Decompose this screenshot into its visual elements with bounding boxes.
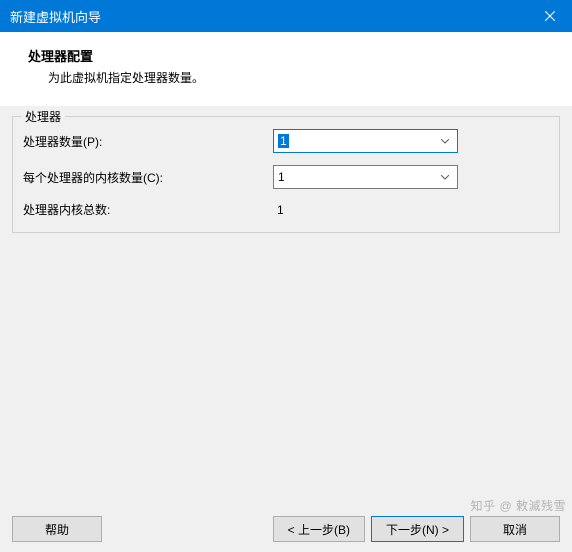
close-icon (545, 11, 555, 21)
total-label: 处理器内核总数: (23, 201, 273, 218)
help-button[interactable]: 帮助 (12, 516, 102, 542)
cores-select[interactable]: 1 (273, 165, 458, 189)
page-subtitle: 为此虚拟机指定处理器数量。 (48, 69, 552, 86)
titlebar: 新建虚拟机向导 (0, 0, 572, 32)
content-area: 处理器 处理器数量(P): 1 每个处理器的内核数量(C): 1 处理器内核总数… (0, 106, 572, 529)
next-button[interactable]: 下一步(N) > (371, 516, 464, 542)
page-title: 处理器配置 (28, 46, 552, 65)
processors-value: 1 (278, 134, 289, 148)
close-button[interactable] (527, 0, 572, 32)
wizard-footer: 帮助 < 上一步(B) 下一步(N) > 取消 (0, 506, 572, 552)
back-button[interactable]: < 上一步(B) (273, 516, 365, 542)
fieldset-legend: 处理器 (21, 108, 65, 125)
processors-label: 处理器数量(P): (23, 133, 273, 150)
cancel-button[interactable]: 取消 (470, 516, 560, 542)
processors-select[interactable]: 1 (273, 129, 458, 153)
cores-label: 每个处理器的内核数量(C): (23, 169, 273, 186)
wizard-header: 处理器配置 为此虚拟机指定处理器数量。 (0, 32, 572, 106)
chevron-down-icon (437, 139, 453, 144)
cores-row: 每个处理器的内核数量(C): 1 (23, 165, 549, 189)
total-value: 1 (273, 203, 284, 217)
chevron-down-icon (437, 175, 453, 180)
total-row: 处理器内核总数: 1 (23, 201, 549, 218)
window-title: 新建虚拟机向导 (10, 7, 101, 26)
cores-value: 1 (278, 170, 285, 184)
processor-fieldset: 处理器 处理器数量(P): 1 每个处理器的内核数量(C): 1 处理器内核总数… (12, 116, 560, 233)
processors-row: 处理器数量(P): 1 (23, 129, 549, 153)
